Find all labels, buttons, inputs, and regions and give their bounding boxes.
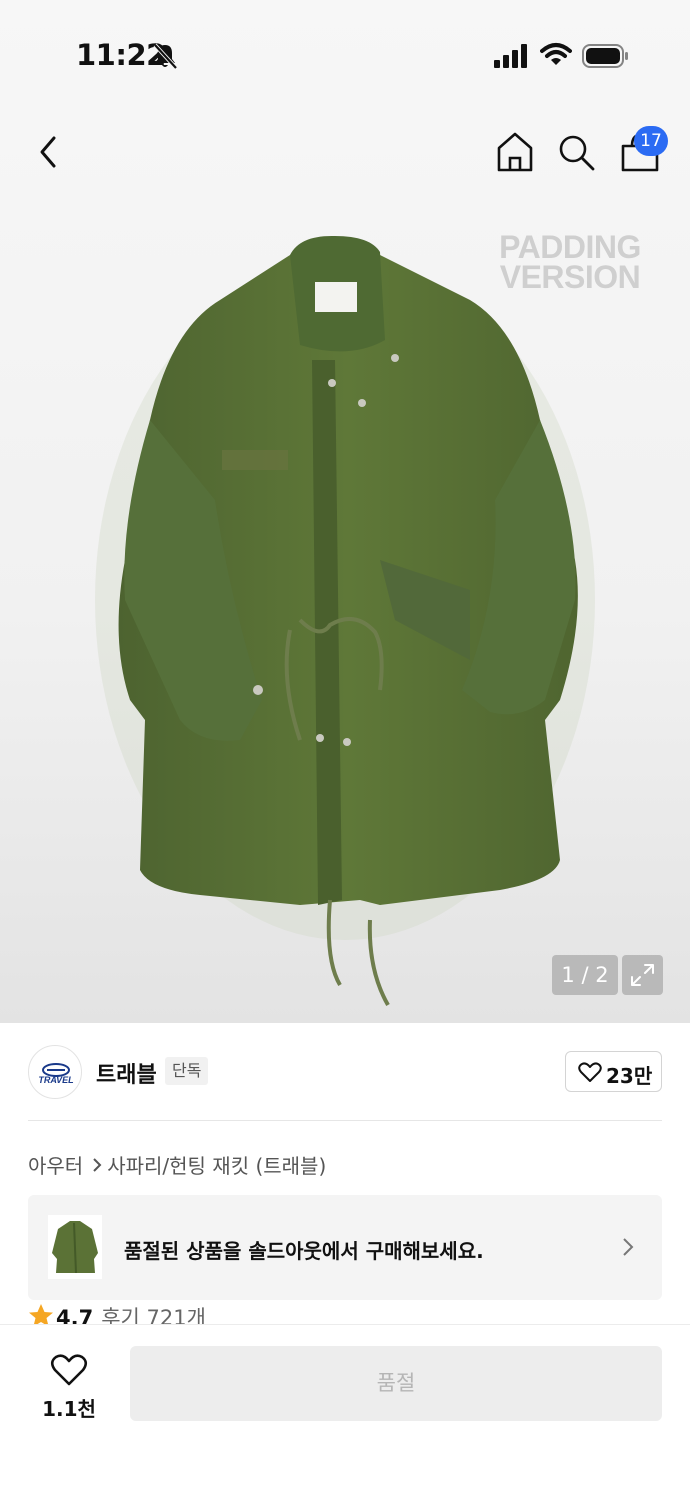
breadcrumb-category[interactable]: 아우터 [28,1154,83,1178]
exclusive-badge: 단독 [165,1057,209,1085]
bottom-action-bar: 1.1천 품절 [0,1324,690,1500]
expand-icon [631,964,654,986]
breadcrumb-subcategory[interactable]: 사파리/헌팅 재킷 (트래블) [107,1154,326,1178]
cart-count-badge: 17 [634,126,668,156]
soldout-button[interactable]: 품절 [130,1346,662,1421]
chevron-right-icon [623,1238,634,1256]
heart-icon [578,1062,602,1082]
heart-icon [50,1354,88,1386]
battery-icon [582,44,628,68]
travel-logo-icon: TRAVEL [38,1063,74,1085]
top-nav [0,110,690,194]
home-icon[interactable] [495,130,535,174]
wifi-icon [540,43,572,65]
wishlist-button[interactable]: 1.1천 [30,1349,108,1421]
chevron-right-icon [93,1157,102,1172]
brand-like-count: 23만 [606,1064,653,1088]
padding-version-overlay: PADDING VERSION [499,229,641,295]
soldout-banner[interactable]: 품절된 상품을 솔드아웃에서 구매해보세요. [28,1195,662,1300]
image-counter: 1 / 2 [552,955,618,995]
search-icon[interactable] [556,130,596,174]
back-icon[interactable] [34,132,64,172]
breadcrumb: 아우터 사파리/헌팅 재킷 (트래블) [28,1150,326,1178]
bell-off-icon [153,43,178,70]
banner-product-thumbnail [48,1215,102,1279]
brand-name[interactable]: 트래블 [96,1057,157,1089]
brand-row: TRAVEL 트래블 단독 23만 [0,1023,690,1121]
svg-text:TRAVEL: TRAVEL [38,1075,73,1085]
expand-image-button[interactable] [622,955,663,995]
status-bar: 11:22 [0,0,690,110]
brand-like-button[interactable]: 23만 [565,1051,662,1092]
coat-thumbnail-icon [52,1221,98,1274]
brand-logo[interactable]: TRAVEL [28,1045,82,1099]
section-divider [28,1120,662,1121]
banner-text: 품절된 상품을 솔드아웃에서 구매해보세요. [124,1239,484,1263]
cellular-signal-icon [494,44,527,68]
wishlist-count: 1.1천 [42,1397,96,1421]
